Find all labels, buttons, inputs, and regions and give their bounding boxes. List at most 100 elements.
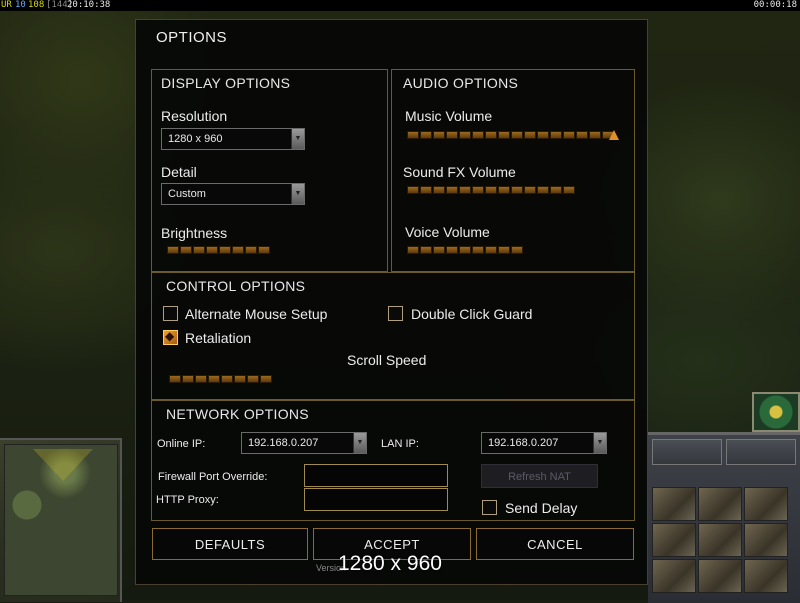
online-ip-value: 192.168.0.207 — [248, 437, 319, 449]
resolution-label: Resolution — [161, 108, 228, 124]
slider-segment — [169, 374, 181, 383]
status-bar: UR 10 108 [144] 20:10:38 00:00:18 — [0, 0, 800, 11]
slider-segment — [258, 245, 270, 254]
scroll-speed-label: Scroll Speed — [347, 352, 427, 368]
alternate-mouse-label[interactable]: Alternate Mouse Setup — [185, 306, 327, 322]
slider-segment — [550, 185, 562, 194]
slider-segment — [446, 245, 458, 254]
online-ip-dropdown[interactable]: 192.168.0.207 ▼ — [241, 432, 367, 454]
firewall-port-input[interactable] — [304, 464, 448, 487]
double-click-guard-label[interactable]: Double Click Guard — [411, 306, 532, 322]
music-volume-slider[interactable] — [407, 128, 619, 141]
command-bar — [648, 432, 800, 603]
slider-segment — [182, 374, 194, 383]
slider-segment — [537, 185, 549, 194]
http-proxy-input[interactable] — [304, 488, 448, 511]
alternate-mouse-checkbox[interactable] — [163, 306, 178, 321]
detail-value: Custom — [168, 188, 206, 200]
build-cameo-icon[interactable] — [698, 487, 742, 521]
slider-segment — [219, 245, 231, 254]
send-delay-checkbox[interactable] — [482, 500, 497, 515]
retaliation-label[interactable]: Retaliation — [185, 330, 251, 346]
slider-segment — [472, 130, 484, 139]
options-dialog: OPTIONS DISPLAY OPTIONS Resolution 1280 … — [135, 19, 648, 585]
build-cameo-icon[interactable] — [744, 487, 788, 521]
audio-options-panel: AUDIO OPTIONS Music Volume Sound FX Volu… — [391, 69, 635, 272]
slider-segment — [433, 245, 445, 254]
slider-segment — [167, 245, 179, 254]
defaults-button[interactable]: DEFAULTS — [152, 528, 308, 560]
cancel-button[interactable]: CANCEL — [476, 528, 634, 560]
build-cameo-icon[interactable] — [744, 523, 788, 557]
send-delay-label[interactable]: Send Delay — [505, 500, 577, 516]
build-cameo-icon[interactable] — [744, 559, 788, 593]
slider-segment — [459, 130, 471, 139]
slider-segment — [234, 374, 246, 383]
slider-segment — [498, 245, 510, 254]
slider-segment — [511, 185, 523, 194]
sound-fx-volume-label: Sound FX Volume — [403, 164, 516, 180]
display-options-title: DISPLAY OPTIONS — [161, 75, 291, 91]
slider-segment — [446, 130, 458, 139]
slider-segment — [576, 130, 588, 139]
slider-segment — [485, 185, 497, 194]
minimap[interactable] — [0, 438, 122, 602]
slider-segment — [563, 130, 575, 139]
scroll-speed-slider[interactable] — [169, 372, 272, 385]
firewall-port-label: Firewall Port Override: — [158, 471, 268, 483]
retaliation-checkbox[interactable]: ◆ — [163, 329, 178, 345]
game-timer: 00:00:18 — [753, 0, 797, 10]
resolution-value: 1280 x 960 — [168, 133, 223, 145]
slider-segment — [433, 130, 445, 139]
slider-segment — [193, 245, 205, 254]
slider-segment — [420, 245, 432, 254]
sound-fx-volume-slider[interactable] — [407, 183, 575, 196]
double-click-guard-checkbox[interactable] — [388, 306, 403, 321]
brightness-slider[interactable] — [167, 243, 270, 256]
slider-segment — [511, 245, 523, 254]
slider-segment — [459, 245, 471, 254]
slider-segment — [446, 185, 458, 194]
build-cameo-icon[interactable] — [652, 523, 696, 557]
chevron-down-icon[interactable]: ▼ — [593, 433, 606, 453]
status-count-b: 108 — [28, 0, 45, 10]
slider-segment — [511, 130, 523, 139]
slider-segment — [195, 374, 207, 383]
slider-segment — [407, 185, 419, 194]
slider-thumb-icon[interactable] — [609, 129, 619, 140]
build-cameo-icon[interactable] — [698, 523, 742, 557]
detail-dropdown[interactable]: Custom ▼ — [161, 183, 305, 205]
slider-segment — [537, 130, 549, 139]
chevron-down-icon[interactable]: ▼ — [353, 433, 366, 453]
display-options-panel: DISPLAY OPTIONS Resolution 1280 x 960 ▼ … — [151, 69, 388, 272]
slider-segment — [485, 130, 497, 139]
lan-ip-value: 192.168.0.207 — [488, 437, 559, 449]
refresh-nat-button[interactable]: Refresh NAT — [481, 464, 598, 488]
chevron-down-icon[interactable]: ▼ — [291, 184, 304, 204]
brightness-label: Brightness — [161, 225, 228, 241]
build-cameo-icon[interactable] — [698, 559, 742, 593]
build-cameo-icon[interactable] — [652, 487, 696, 521]
voice-volume-slider[interactable] — [407, 243, 523, 256]
chevron-down-icon[interactable]: ▼ — [291, 129, 304, 149]
music-volume-label: Music Volume — [405, 108, 493, 124]
slider-segment — [498, 185, 510, 194]
hud-tab-button[interactable] — [726, 439, 796, 465]
resolution-dropdown[interactable]: 1280 x 960 ▼ — [161, 128, 305, 150]
detail-label: Detail — [161, 164, 197, 180]
slider-segment — [524, 130, 536, 139]
lan-ip-dropdown[interactable]: 192.168.0.207 ▼ — [481, 432, 607, 454]
http-proxy-label: HTTP Proxy: — [156, 494, 219, 506]
slider-segment — [407, 130, 419, 139]
minimap-camera-view — [33, 449, 93, 481]
slider-segment — [407, 245, 419, 254]
build-cameo-icon[interactable] — [652, 559, 696, 593]
minimap-terrain[interactable] — [4, 444, 118, 596]
slider-segment — [472, 185, 484, 194]
slider-segment — [247, 374, 259, 383]
slider-segment — [180, 245, 192, 254]
slider-segment — [221, 374, 233, 383]
hud-tab-button[interactable] — [652, 439, 722, 465]
slider-segment — [433, 185, 445, 194]
rank-insignia-icon[interactable] — [752, 392, 800, 432]
